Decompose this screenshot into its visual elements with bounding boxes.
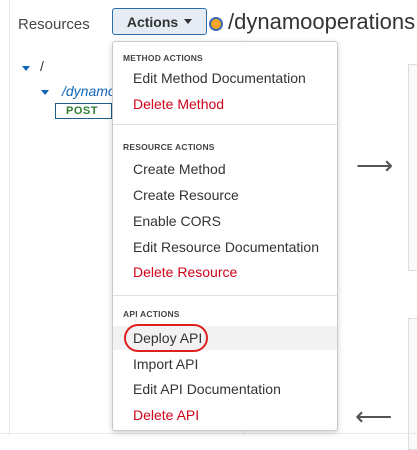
menu-item-create-resource[interactable]: Create Resource (113, 183, 337, 207)
menu-item-import-api[interactable]: Import API (113, 352, 337, 376)
resources-title: Resources (18, 16, 90, 33)
actions-dropdown-menu: METHOD ACTIONS Edit Method Documentation… (112, 41, 338, 431)
menu-section-header-resource: RESOURCE ACTIONS (123, 142, 215, 152)
menu-item-deploy-api[interactable]: Deploy API (113, 326, 337, 350)
menu-section-header-method: METHOD ACTIONS (123, 53, 203, 63)
resource-dot-icon (209, 17, 223, 31)
page-title: /dynamooperations (228, 9, 416, 34)
menu-separator (113, 295, 337, 296)
menu-item-edit-api-documentation[interactable]: Edit API Documentation (113, 377, 337, 401)
actions-button-label: Actions (126, 13, 179, 30)
panel-divider (9, 0, 10, 436)
menu-item-delete-api[interactable]: Delete API (113, 403, 337, 427)
bottom-divider (0, 433, 417, 434)
actions-button[interactable]: Actions (112, 8, 207, 35)
menu-section-header-api: API ACTIONS (123, 309, 180, 319)
menu-item-enable-cors[interactable]: Enable CORS (113, 209, 337, 233)
method-flow-box (408, 64, 417, 271)
menu-item-create-method[interactable]: Create Method (113, 157, 337, 181)
chevron-down-icon (184, 19, 193, 24)
menu-item-delete-resource[interactable]: Delete Resource (113, 260, 337, 284)
tree-item-post-method[interactable]: POST (55, 103, 112, 119)
menu-item-delete-method[interactable]: Delete Method (113, 92, 337, 116)
caret-down-icon[interactable] (22, 66, 30, 71)
menu-item-edit-method-documentation[interactable]: Edit Method Documentation (113, 66, 337, 90)
menu-item-edit-resource-documentation[interactable]: Edit Resource Documentation (113, 235, 337, 259)
caret-down-icon[interactable] (41, 90, 49, 95)
tree-item-root[interactable]: / (40, 58, 44, 74)
arrow-left-icon: ⟵ (355, 401, 393, 431)
tree-item-resource[interactable]: /dynamo (62, 83, 116, 99)
menu-separator (113, 124, 337, 125)
arrow-right-icon: ⟶ (356, 150, 394, 180)
method-flow-box (408, 318, 417, 450)
